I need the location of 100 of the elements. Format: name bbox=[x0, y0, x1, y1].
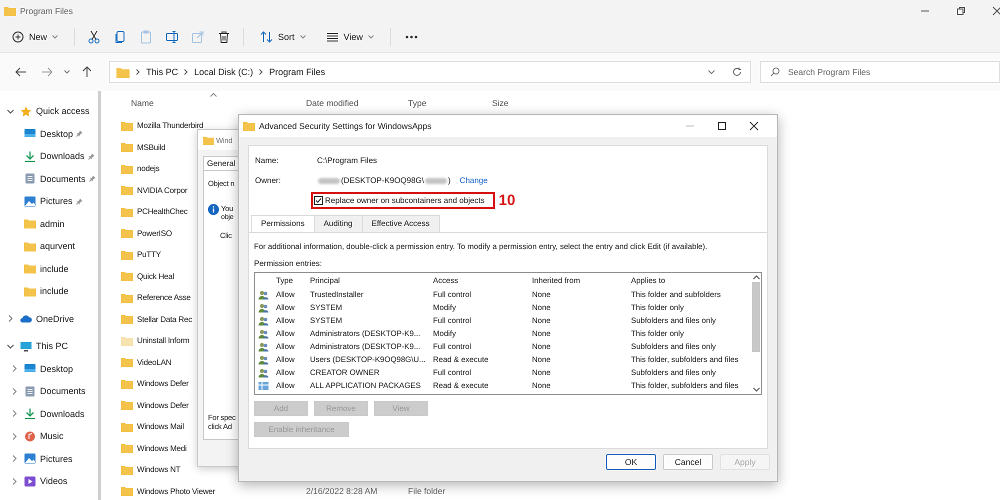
file-name[interactable]: Windows NT bbox=[137, 465, 180, 474]
field-value: C:\Program Files bbox=[317, 156, 378, 165]
chevron-icon[interactable] bbox=[7, 342, 14, 350]
file-name[interactable]: Windows Photo Viewer bbox=[137, 486, 216, 496]
scroll-up-icon[interactable] bbox=[752, 275, 760, 280]
sidebar-item[interactable]: Quick access bbox=[36, 106, 90, 116]
picture-icon bbox=[24, 453, 36, 464]
pin-icon[interactable] bbox=[88, 175, 96, 182]
sidebar-item[interactable]: Desktop bbox=[40, 364, 74, 374]
checkbox[interactable]: Replace owner on subcontainers and objects bbox=[314, 196, 485, 205]
delete-icon[interactable] bbox=[217, 30, 232, 44]
chevron-icon[interactable] bbox=[11, 410, 18, 418]
forward-icon[interactable] bbox=[40, 67, 52, 77]
section-label: Permission entries: bbox=[254, 259, 324, 268]
maximize-icon[interactable] bbox=[717, 121, 727, 131]
folder-icon bbox=[116, 66, 130, 78]
file-name[interactable]: Quick Heal bbox=[137, 272, 174, 281]
sidebar-item[interactable]: Documents bbox=[40, 386, 86, 396]
chevron-icon[interactable] bbox=[11, 365, 18, 372]
up-icon[interactable] bbox=[82, 66, 92, 78]
file-name[interactable]: Mozilla Thunderbird bbox=[137, 121, 204, 130]
sidebar-item[interactable]: Downloads bbox=[40, 408, 85, 419]
caret-icon[interactable] bbox=[708, 70, 715, 74]
sidebar-item[interactable]: include bbox=[40, 286, 69, 296]
pin-icon[interactable] bbox=[76, 130, 84, 138]
column-header[interactable]: Name bbox=[131, 98, 154, 108]
sidebar-item[interactable]: Pictures bbox=[40, 196, 73, 206]
view-button[interactable]: View bbox=[322, 30, 378, 44]
file-name[interactable]: Windows Defer bbox=[137, 379, 189, 388]
breadcrumb-link[interactable]: Local Disk (C:) bbox=[194, 67, 254, 77]
back-icon[interactable] bbox=[15, 67, 27, 77]
new-button[interactable]: New bbox=[8, 29, 62, 45]
change-link[interactable]: Change bbox=[460, 176, 488, 185]
sort-button[interactable]: Sort bbox=[256, 29, 310, 45]
chevron-icon[interactable] bbox=[7, 315, 14, 322]
chevron-icon[interactable] bbox=[11, 478, 18, 485]
refresh-icon[interactable] bbox=[732, 67, 742, 77]
download-icon bbox=[24, 408, 36, 420]
chevron-icon[interactable] bbox=[7, 108, 14, 115]
dialog-tab[interactable]: General bbox=[203, 156, 240, 170]
breadcrumb-link[interactable]: This PC bbox=[146, 67, 178, 77]
sidebar-item[interactable]: admin bbox=[40, 218, 65, 229]
dialog-button[interactable]: Cancel bbox=[663, 454, 713, 470]
sidebar-item[interactable]: include bbox=[40, 264, 69, 274]
tab[interactable]: Effective Access bbox=[362, 215, 440, 232]
file-name[interactable]: Windows Mail bbox=[137, 422, 184, 432]
breadcrumb-link[interactable]: Program Files bbox=[269, 67, 326, 77]
field-value: ) bbox=[448, 176, 451, 185]
more-icon[interactable] bbox=[404, 35, 418, 39]
sidebar-item[interactable]: OneDrive bbox=[36, 314, 74, 324]
sidebar-item[interactable]: Pictures bbox=[40, 454, 73, 464]
sidebar-item[interactable]: Desktop bbox=[40, 128, 74, 139]
scroll-down-icon[interactable] bbox=[752, 387, 760, 392]
tab[interactable]: Auditing bbox=[314, 215, 362, 232]
close-icon[interactable] bbox=[749, 121, 759, 131]
dialog-button[interactable]: OK bbox=[606, 454, 656, 470]
file-name[interactable]: nodejs bbox=[137, 164, 160, 174]
sidebar-item[interactable]: Music bbox=[40, 431, 64, 442]
pin-icon[interactable] bbox=[88, 152, 95, 160]
file-name[interactable]: Reference Asse bbox=[137, 293, 191, 302]
file-name[interactable]: NVIDIA Corpor bbox=[137, 186, 188, 195]
redaction-mark bbox=[425, 178, 447, 184]
chevron-icon[interactable] bbox=[11, 432, 18, 440]
close-icon[interactable] bbox=[992, 6, 1000, 16]
file-name[interactable]: Uninstall Inform bbox=[137, 336, 190, 346]
file-name[interactable]: PowerISO bbox=[137, 228, 172, 238]
sidebar-item[interactable]: This PC bbox=[36, 341, 68, 352]
cut-icon[interactable] bbox=[87, 30, 102, 44]
checkbox-icon[interactable] bbox=[314, 196, 323, 205]
file-name[interactable]: Windows Medi bbox=[137, 444, 187, 453]
search-field[interactable]: Search Program Files bbox=[760, 61, 1000, 83]
pin-icon[interactable] bbox=[76, 198, 83, 205]
tab[interactable]: Permissions bbox=[251, 215, 315, 232]
package-icon bbox=[258, 380, 270, 390]
chevron-icon[interactable] bbox=[11, 455, 18, 462]
file-name[interactable]: PCHealthChec bbox=[137, 207, 188, 216]
restore-icon[interactable] bbox=[956, 6, 966, 16]
column-header[interactable]: Size bbox=[492, 98, 509, 108]
file-type: File folder bbox=[408, 486, 446, 496]
address-bar[interactable]: This PC Local Disk (C:) Program Files bbox=[109, 61, 751, 83]
column-header[interactable]: Date modified bbox=[306, 98, 358, 108]
folder-icon bbox=[24, 218, 36, 230]
file-name[interactable]: Windows Defer bbox=[137, 400, 189, 410]
sidebar-item[interactable]: Documents bbox=[40, 174, 86, 184]
sidebar-item[interactable]: aqurvent bbox=[40, 241, 76, 252]
file-name[interactable]: VideoLAN bbox=[137, 358, 172, 367]
scrollbar[interactable] bbox=[751, 273, 761, 394]
file-name[interactable]: MSBuild bbox=[137, 142, 166, 152]
caret-icon[interactable] bbox=[64, 70, 70, 74]
folder-icon bbox=[4, 6, 16, 16]
sidebar-item[interactable]: Downloads bbox=[40, 151, 85, 162]
file-name[interactable]: PuTTY bbox=[137, 250, 161, 260]
rename-icon[interactable] bbox=[165, 30, 180, 44]
file-name[interactable]: Stellar Data Rec bbox=[137, 314, 192, 324]
picture-icon bbox=[24, 196, 36, 207]
sidebar-item[interactable]: Videos bbox=[40, 476, 68, 486]
column-header[interactable]: Type bbox=[408, 98, 426, 108]
chevron-icon[interactable] bbox=[11, 388, 18, 395]
plus-icon bbox=[12, 31, 24, 43]
copy-icon[interactable] bbox=[113, 30, 128, 44]
